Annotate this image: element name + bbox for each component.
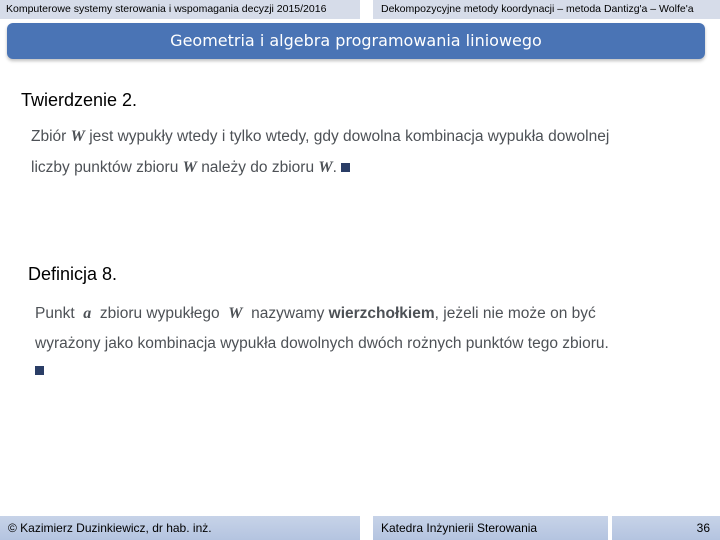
theorem-line-1: Zbiór W jest wypukły wtedy i tylko wtedy…	[31, 128, 609, 146]
definition-line-1: Punkt a zbioru wypukłego W nazywamy wier…	[35, 305, 596, 323]
theorem-text: jest wypukły wtedy i tylko wtedy, gdy do…	[89, 128, 610, 145]
definition-bold-term: wierzchołkiem	[328, 305, 435, 322]
definition-text: zbioru wypukłego	[99, 305, 220, 322]
footer-department: Katedra Inżynierii Sterowania	[373, 516, 608, 540]
math-symbol-w: W	[318, 159, 333, 176]
end-of-definition-square-icon	[35, 366, 44, 376]
footer-page-number: 36	[612, 516, 720, 540]
definition-end-line	[35, 362, 44, 380]
math-symbol-a: a	[83, 305, 92, 322]
theorem-text: .	[332, 159, 337, 176]
definition-heading: Definicja 8.	[28, 264, 118, 284]
footer-author: © Kazimierz Duzinkiewicz, dr hab. inż.	[0, 516, 360, 540]
definition-text: , jeżeli nie może on być	[434, 305, 596, 322]
end-of-proof-square-icon	[341, 163, 351, 173]
theorem-text: należy do zbioru	[201, 159, 315, 176]
theorem-heading: Twierdzenie 2.	[21, 90, 138, 110]
math-symbol-w: W	[70, 128, 85, 145]
definition-text: nazywamy	[251, 305, 325, 322]
theorem-text: Zbiór	[31, 128, 67, 145]
theorem-line-2: liczby punktów zbioru W należy do zbioru…	[31, 159, 351, 177]
header-lecture-topic: Dekompozycyjne metody koordynacji – meto…	[373, 0, 720, 19]
definition-text: Punkt	[35, 305, 75, 322]
slide-title: Geometria i algebra programowania liniow…	[7, 23, 705, 59]
definition-line-2: wyrażony jako kombinacja wypukła dowolny…	[35, 335, 609, 352]
header-course-title: Komputerowe systemy sterowania i wspomag…	[0, 0, 360, 19]
math-symbol-w: W	[182, 159, 197, 176]
math-symbol-w: W	[228, 305, 243, 322]
theorem-text: liczby punktów zbioru	[31, 159, 179, 176]
